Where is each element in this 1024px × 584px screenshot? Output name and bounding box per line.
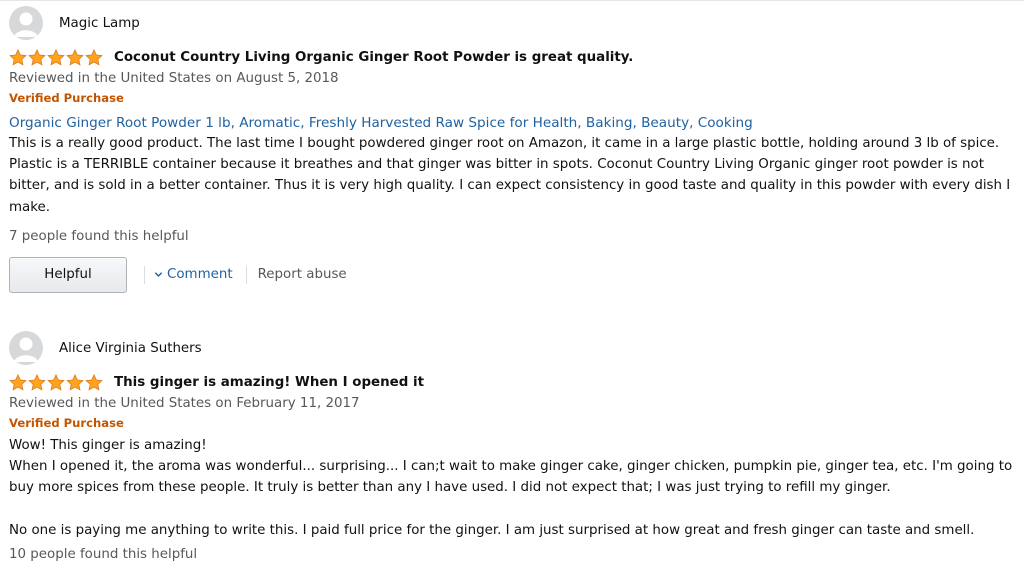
helpful-count: 7 people found this helpful: [9, 228, 189, 244]
avatar-icon[interactable]: [9, 331, 43, 365]
review-date: Reviewed in the United States on Februar…: [9, 396, 360, 411]
review-title[interactable]: Coconut Country Living Organic Ginger Ro…: [114, 50, 633, 65]
star-icon: [9, 48, 27, 66]
review-profile[interactable]: Alice Virginia Suthers: [9, 331, 1017, 365]
star-icon: [28, 373, 46, 391]
top-divider: [0, 0, 1024, 1]
avatar-icon[interactable]: [9, 6, 43, 40]
star-rating[interactable]: [9, 48, 103, 66]
helpful-button[interactable]: Helpful: [9, 256, 127, 293]
star-icon: [85, 48, 103, 66]
product-variant-link[interactable]: Organic Ginger Root Powder 1 lb, Aromati…: [9, 113, 1017, 133]
helpful-count: 10 people found this helpful: [9, 547, 198, 563]
reviewer-name[interactable]: Alice Virginia Suthers: [59, 341, 202, 356]
star-icon: [47, 373, 65, 391]
verified-purchase-badge: Verified Purchase: [9, 416, 124, 430]
review-body: Wow! This ginger is amazing! When I open…: [9, 438, 1013, 538]
star-icon: [66, 373, 84, 391]
reviewer-name[interactable]: Magic Lamp: [59, 16, 140, 31]
star-icon: [9, 373, 27, 391]
divider: [245, 265, 247, 284]
star-icon: [85, 373, 103, 391]
helpful-button-label: Helpful: [44, 267, 92, 283]
review-card: Magic Lamp Coconut Country Living Organi…: [9, 6, 1017, 293]
review-date: Reviewed in the United States on August …: [9, 71, 339, 86]
review-profile[interactable]: Magic Lamp: [9, 6, 1017, 40]
chevron-down-icon: [154, 272, 163, 278]
comment-link[interactable]: Comment: [154, 267, 233, 282]
comment-label: Comment: [167, 267, 233, 283]
report-abuse-link[interactable]: Report abuse: [258, 267, 347, 282]
verified-purchase-badge: Verified Purchase: [9, 91, 124, 105]
star-icon: [66, 48, 84, 66]
star-icon: [28, 48, 46, 66]
star-icon: [47, 48, 65, 66]
divider: [144, 265, 145, 284]
review-card: Alice Virginia Suthers This ginger is am…: [9, 331, 1017, 565]
review-actions: Helpful Comment Report abuse: [9, 256, 1017, 293]
review-title[interactable]: This ginger is amazing! When I opened it: [114, 375, 424, 390]
review-body: This is a really good product. The last …: [9, 136, 1011, 215]
star-rating[interactable]: [9, 373, 103, 391]
